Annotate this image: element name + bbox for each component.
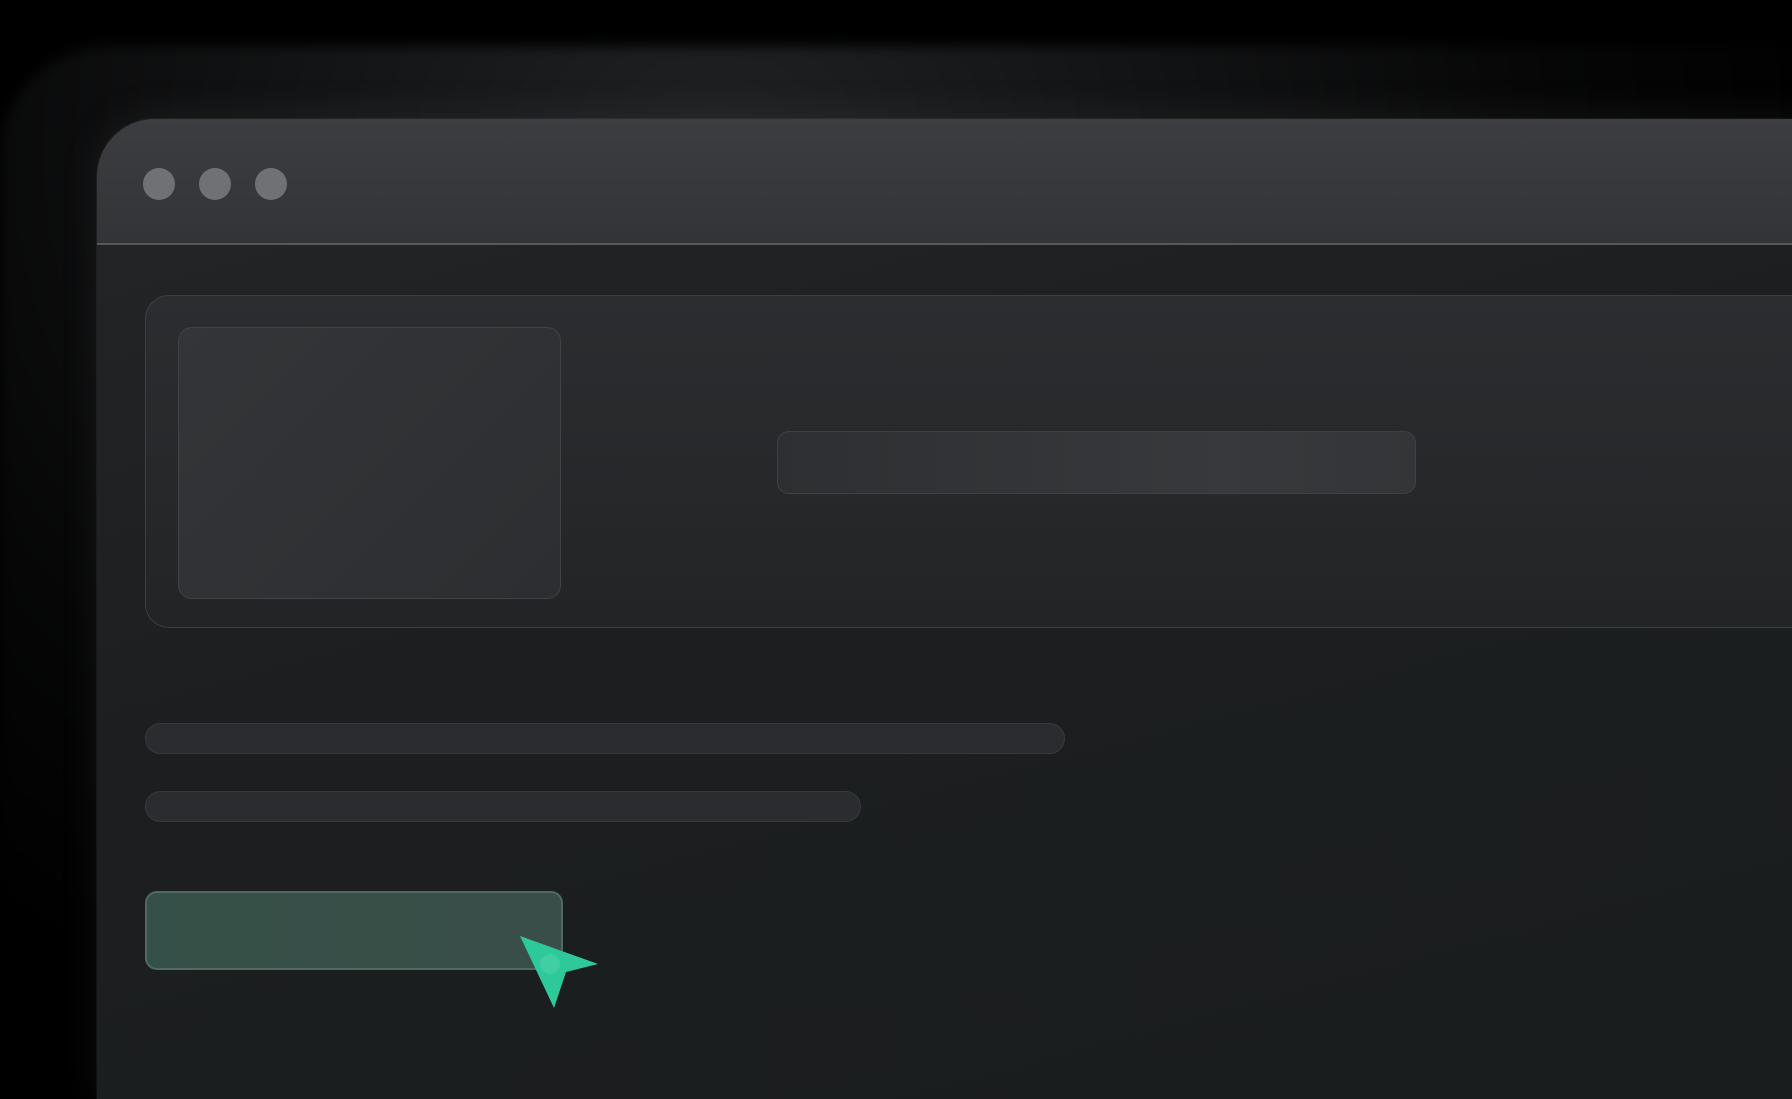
- app-window: [97, 119, 1792, 1099]
- card-thumbnail: [178, 327, 561, 599]
- window-close-dot[interactable]: [143, 168, 175, 200]
- window-maximize-dot[interactable]: [255, 168, 287, 200]
- text-line-placeholder-1: [145, 723, 1065, 754]
- primary-action-button[interactable]: [145, 891, 563, 970]
- title-bar: [97, 119, 1792, 245]
- window-minimize-dot[interactable]: [199, 168, 231, 200]
- pointer-arrow-icon: [520, 936, 598, 1008]
- window-content: [97, 245, 1792, 1099]
- text-line-placeholder-2: [145, 791, 861, 822]
- content-card: [145, 295, 1792, 628]
- card-title-placeholder: [777, 431, 1416, 494]
